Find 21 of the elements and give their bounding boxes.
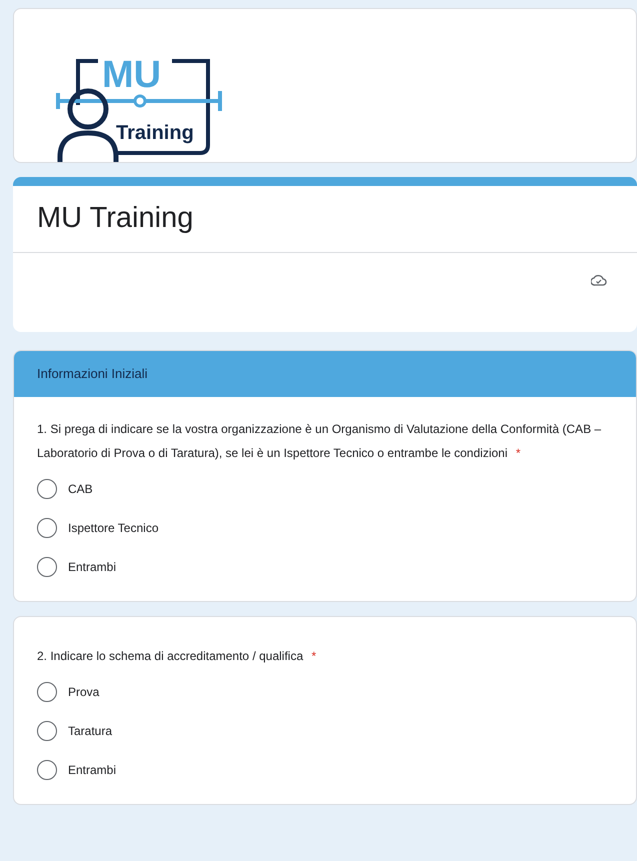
required-mark: *	[311, 649, 316, 663]
option-label[interactable]: CAB	[68, 480, 93, 498]
option-label[interactable]: Taratura	[68, 722, 112, 740]
option-label[interactable]: Entrambi	[68, 761, 116, 779]
question-text: 1. Si prega di indicare se la vostra organizzazione è un Organismo di Valutazione della Conformità (CAB – Laboratorio di Prova o di Taratura), se lei è un Ispettore Tecnico o entrambe le condizioni *	[37, 421, 602, 462]
required-mark: *	[516, 446, 521, 460]
section-title: Informazioni Iniziali	[37, 365, 148, 384]
radio-button[interactable]	[37, 518, 57, 538]
option-label[interactable]: Ispettore Tecnico	[68, 519, 158, 537]
question-text: 2. Indicare lo schema di accreditamento / qualifica *	[37, 648, 318, 665]
logo-text: Training	[116, 122, 194, 144]
radio-button[interactable]	[37, 557, 57, 577]
radio-button[interactable]	[37, 479, 57, 499]
radio-button[interactable]	[37, 682, 57, 702]
radio-button[interactable]	[37, 760, 57, 780]
logo-text: MU	[102, 54, 162, 96]
option-label[interactable]: Entrambi	[68, 558, 116, 576]
cloud-saved-icon	[591, 273, 607, 286]
option-label[interactable]: Prova	[68, 683, 100, 701]
form-title: MU Training	[37, 201, 194, 236]
radio-button[interactable]	[37, 721, 57, 741]
